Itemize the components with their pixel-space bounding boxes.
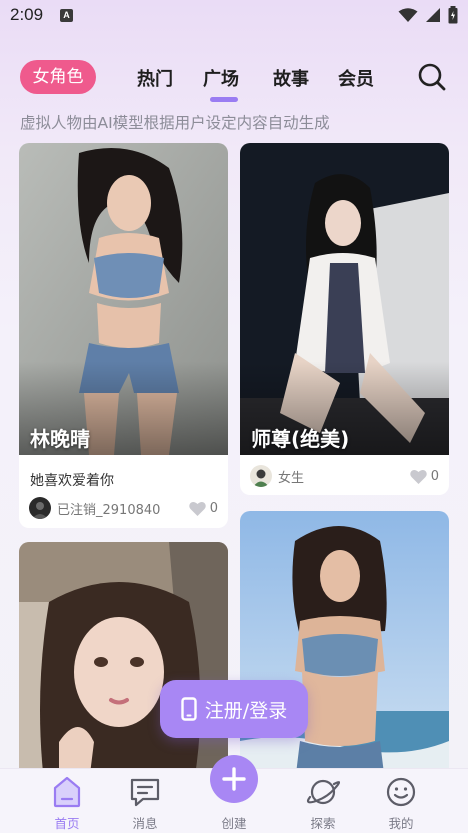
- tab-hot[interactable]: 热门: [137, 65, 173, 91]
- nav-create-label: 创建: [221, 816, 247, 831]
- active-tab-indicator: [210, 97, 238, 102]
- category-pill[interactable]: 女角色: [20, 60, 96, 94]
- plus-icon: [222, 767, 246, 791]
- like-count: 0: [430, 468, 439, 484]
- character-image: [240, 511, 449, 782]
- wifi-icon: [398, 7, 418, 22]
- message-icon: [130, 778, 160, 807]
- nav-messages-label: 消息: [132, 816, 158, 831]
- character-card[interactable]: 师尊(绝美) 女生 0: [240, 143, 449, 495]
- like-button[interactable]: 0: [188, 500, 218, 516]
- bottom-nav: 首页 消息 创建 探索 我的: [0, 755, 468, 833]
- character-card[interactable]: [240, 511, 449, 782]
- card-meta: 已注销_2910840 0: [29, 497, 218, 519]
- heart-icon: [409, 469, 427, 484]
- character-description: 她喜欢爱着你: [30, 473, 114, 489]
- register-login-button[interactable]: 注册/登录: [160, 680, 308, 738]
- notification-icon: A: [60, 9, 73, 22]
- status-time: 2:09: [10, 5, 44, 24]
- character-image: [240, 143, 449, 455]
- character-name: 师尊(绝美): [251, 427, 350, 451]
- card-meta: 女生 0: [250, 465, 439, 487]
- signal-icon: [426, 8, 440, 22]
- author-name: 女生: [278, 470, 305, 486]
- character-card[interactable]: [19, 542, 228, 782]
- avatar: [250, 465, 272, 487]
- tab-story[interactable]: 故事: [273, 65, 309, 91]
- smile-icon: [386, 777, 416, 807]
- nav-home-label: 首页: [54, 816, 80, 831]
- heart-icon: [188, 501, 206, 516]
- character-card[interactable]: 林晚晴 她喜欢爱着你 已注销_2910840 0: [19, 143, 228, 528]
- tab-vip[interactable]: 会员: [338, 65, 374, 91]
- avatar: [29, 497, 51, 519]
- battery-icon: [448, 6, 458, 24]
- nav-explore-label: 探索: [310, 816, 336, 831]
- phone-icon: [181, 697, 197, 721]
- register-login-label: 注册/登录: [204, 699, 288, 722]
- nav-messages[interactable]: 消息: [115, 775, 175, 832]
- nav-home[interactable]: 首页: [37, 775, 97, 832]
- page-subtitle: 虚拟人物由AI模型根据用户设定内容自动生成: [20, 114, 330, 132]
- like-count: 0: [209, 500, 218, 516]
- nav-mine[interactable]: 我的: [371, 775, 431, 832]
- status-icons: [398, 6, 458, 24]
- create-button[interactable]: [210, 755, 258, 803]
- character-image: [19, 542, 228, 782]
- tab-square[interactable]: 广场: [203, 65, 239, 91]
- nav-mine-label: 我的: [388, 816, 414, 831]
- character-image: [19, 143, 228, 455]
- top-header: 女角色 热门 广场 故事 会员: [0, 58, 468, 102]
- character-name: 林晚晴: [30, 427, 90, 451]
- like-button[interactable]: 0: [409, 468, 439, 484]
- status-bar: 2:09 A: [0, 0, 468, 32]
- home-icon: [53, 776, 81, 808]
- search-icon[interactable]: [417, 62, 447, 92]
- author-name: 已注销_2910840: [57, 502, 161, 518]
- planet-icon: [306, 779, 340, 805]
- nav-explore[interactable]: 探索: [293, 775, 353, 832]
